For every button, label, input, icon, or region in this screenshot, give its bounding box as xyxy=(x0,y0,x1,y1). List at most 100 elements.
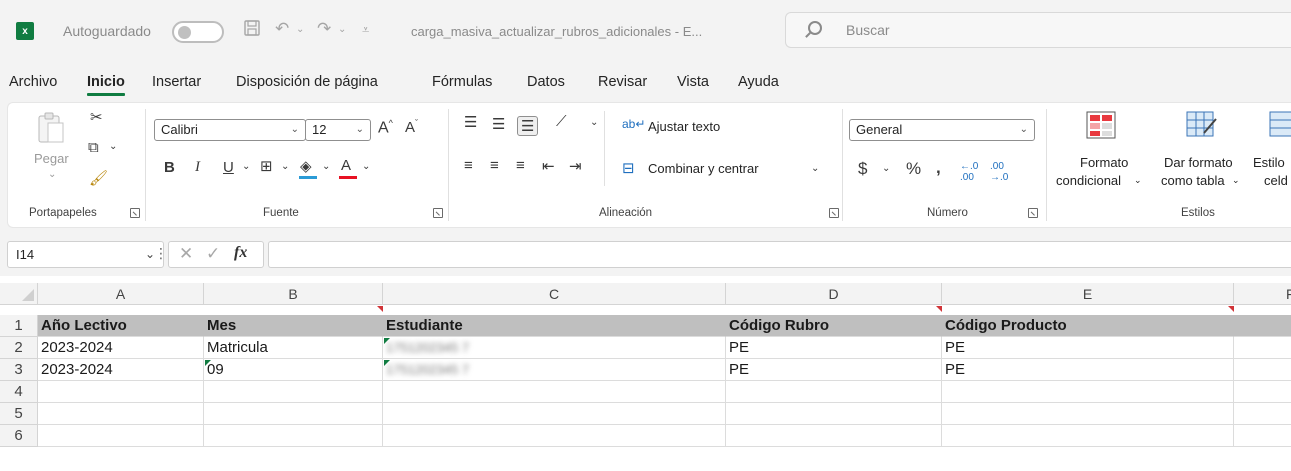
wrap-text-label[interactable]: Ajustar texto xyxy=(648,119,720,134)
formula-input[interactable] xyxy=(268,241,1291,268)
table-cell[interactable] xyxy=(38,403,204,425)
font-size-dropdown[interactable]: 12 ⌄ xyxy=(305,119,371,141)
table-cell[interactable] xyxy=(38,381,204,403)
paste-label[interactable]: Pegar xyxy=(34,151,69,166)
paste-chevron-icon[interactable]: ⌄ xyxy=(48,169,56,180)
wrap-text-icon[interactable]: ab↵ xyxy=(622,117,645,131)
save-icon[interactable] xyxy=(243,19,261,42)
row-header-5[interactable]: 5 xyxy=(0,403,38,425)
number-format-dropdown[interactable]: General ⌄ xyxy=(849,119,1035,141)
table-cell[interactable] xyxy=(204,425,383,447)
comma-style-icon[interactable]: , xyxy=(936,158,941,178)
header-cell-codigo-producto[interactable]: Código Producto xyxy=(942,315,1234,337)
table-cell[interactable]: PE xyxy=(726,337,942,359)
tab-revisar[interactable]: Revisar xyxy=(598,74,647,90)
tab-ayuda[interactable]: Ayuda xyxy=(738,74,779,90)
conditional-format-label-2[interactable]: condicional xyxy=(1056,173,1121,188)
currency-icon[interactable]: $ xyxy=(858,159,867,179)
tab-disposicion[interactable]: Disposición de página xyxy=(236,74,378,90)
table-cell[interactable] xyxy=(1234,315,1291,337)
number-launcher-icon[interactable] xyxy=(1028,208,1038,218)
table-cell[interactable]: Matricula xyxy=(204,337,383,359)
align-center-icon[interactable]: ≡ xyxy=(490,157,499,174)
table-cell[interactable] xyxy=(726,381,942,403)
fill-color-chevron-icon[interactable]: ⌄ xyxy=(322,161,330,172)
table-cell[interactable] xyxy=(38,425,204,447)
tab-insertar[interactable]: Insertar xyxy=(152,74,201,90)
column-header-e[interactable]: E xyxy=(942,283,1234,305)
document-title[interactable]: carga_masiva_actualizar_rubros_adicional… xyxy=(411,24,702,39)
copy-chevron-icon[interactable]: ⌄ xyxy=(109,141,117,152)
customize-toolbar-icon[interactable]: ⩡ xyxy=(362,22,369,38)
percent-icon[interactable]: % xyxy=(906,159,921,179)
chevron-down-icon[interactable]: ⌄ xyxy=(1232,175,1240,186)
table-cell[interactable]: 1751202345 7 xyxy=(383,359,726,381)
name-box[interactable]: I14 ⌄ xyxy=(7,241,164,268)
cell-styles-label-2[interactable]: celd xyxy=(1264,173,1288,188)
align-left-icon[interactable]: ≡ xyxy=(464,157,473,174)
table-cell[interactable] xyxy=(1234,359,1291,381)
header-cell-codigo-rubro[interactable]: Código Rubro xyxy=(726,315,942,337)
cancel-icon[interactable]: ✕ xyxy=(179,244,193,264)
undo-icon[interactable]: ↶ xyxy=(275,19,289,39)
row-header-3[interactable]: 3 xyxy=(0,359,38,381)
align-top-icon[interactable]: ☰ xyxy=(464,113,477,131)
borders-icon[interactable]: ⊞ xyxy=(260,157,273,175)
font-launcher-icon[interactable] xyxy=(433,208,443,218)
table-cell[interactable]: PE xyxy=(942,359,1234,381)
table-cell[interactable]: 2023-2024 xyxy=(38,337,204,359)
merge-chevron-icon[interactable]: ⌄ xyxy=(811,163,819,174)
table-cell[interactable]: 2023-2024 xyxy=(38,359,204,381)
fill-color-icon[interactable]: ◈ xyxy=(300,157,312,175)
align-middle-icon[interactable]: ☰ xyxy=(492,115,505,133)
decrease-indent-icon[interactable]: ⇤ xyxy=(542,157,555,175)
tab-vista[interactable]: Vista xyxy=(677,74,709,90)
format-as-table-label-1[interactable]: Dar formato xyxy=(1164,155,1233,170)
copy-icon[interactable]: ⧉ xyxy=(88,139,99,156)
insert-function-icon[interactable]: fx xyxy=(234,244,247,262)
table-cell[interactable]: PE xyxy=(726,359,942,381)
redo-chevron-icon[interactable]: ⌄ xyxy=(338,24,346,35)
column-header-b[interactable]: B xyxy=(204,283,383,305)
format-painter-icon[interactable]: 🖌 xyxy=(89,169,108,187)
decrease-font-icon[interactable]: Aˇ xyxy=(405,118,418,136)
increase-decimal-icon[interactable]: ←.0.00 xyxy=(960,161,978,183)
increase-font-icon[interactable]: A^ xyxy=(378,118,393,137)
table-cell[interactable] xyxy=(942,403,1234,425)
currency-chevron-icon[interactable]: ⌄ xyxy=(882,163,890,174)
column-header-a[interactable]: A xyxy=(38,283,204,305)
tab-inicio[interactable]: Inicio xyxy=(87,74,125,96)
font-name-dropdown[interactable]: Calibri ⌄ xyxy=(154,119,306,141)
align-right-icon[interactable]: ≡ xyxy=(516,157,525,174)
table-cell[interactable] xyxy=(726,425,942,447)
underline-icon[interactable]: U xyxy=(223,159,234,176)
table-cell[interactable] xyxy=(204,381,383,403)
select-all-corner[interactable] xyxy=(0,283,38,305)
table-cell[interactable] xyxy=(383,381,726,403)
conditional-format-label-1[interactable]: Formato xyxy=(1080,155,1128,170)
borders-chevron-icon[interactable]: ⌄ xyxy=(281,161,289,172)
bold-icon[interactable]: B xyxy=(164,159,175,176)
underline-chevron-icon[interactable]: ⌄ xyxy=(242,161,250,172)
chevron-down-icon[interactable]: ⌄ xyxy=(1134,175,1142,186)
alignment-launcher-icon[interactable] xyxy=(829,208,839,218)
undo-chevron-icon[interactable]: ⌄ xyxy=(296,24,304,35)
table-cell[interactable]: 1751202345 7 xyxy=(383,337,726,359)
cell-styles-icon[interactable] xyxy=(1268,111,1291,139)
table-cell[interactable] xyxy=(1234,425,1291,447)
table-cell[interactable] xyxy=(204,403,383,425)
align-bottom-icon[interactable]: ☰ xyxy=(517,116,539,136)
header-cell-ano-lectivo[interactable]: Año Lectivo xyxy=(38,315,204,337)
column-header-f[interactable]: F xyxy=(1234,283,1291,305)
merge-center-label[interactable]: Combinar y centrar xyxy=(648,161,759,176)
row-header-2[interactable]: 2 xyxy=(0,337,38,359)
table-cell[interactable] xyxy=(1234,381,1291,403)
table-cell[interactable] xyxy=(1234,403,1291,425)
table-cell[interactable]: 09 xyxy=(204,359,383,381)
font-color-chevron-icon[interactable]: ⌄ xyxy=(362,161,370,172)
increase-indent-icon[interactable]: ⇥ xyxy=(569,157,582,175)
row-header-6[interactable]: 6 xyxy=(0,425,38,447)
merge-center-icon[interactable]: ⊟ xyxy=(622,159,635,177)
column-header-c[interactable]: C xyxy=(383,283,726,305)
row-header-4[interactable]: 4 xyxy=(0,381,38,403)
